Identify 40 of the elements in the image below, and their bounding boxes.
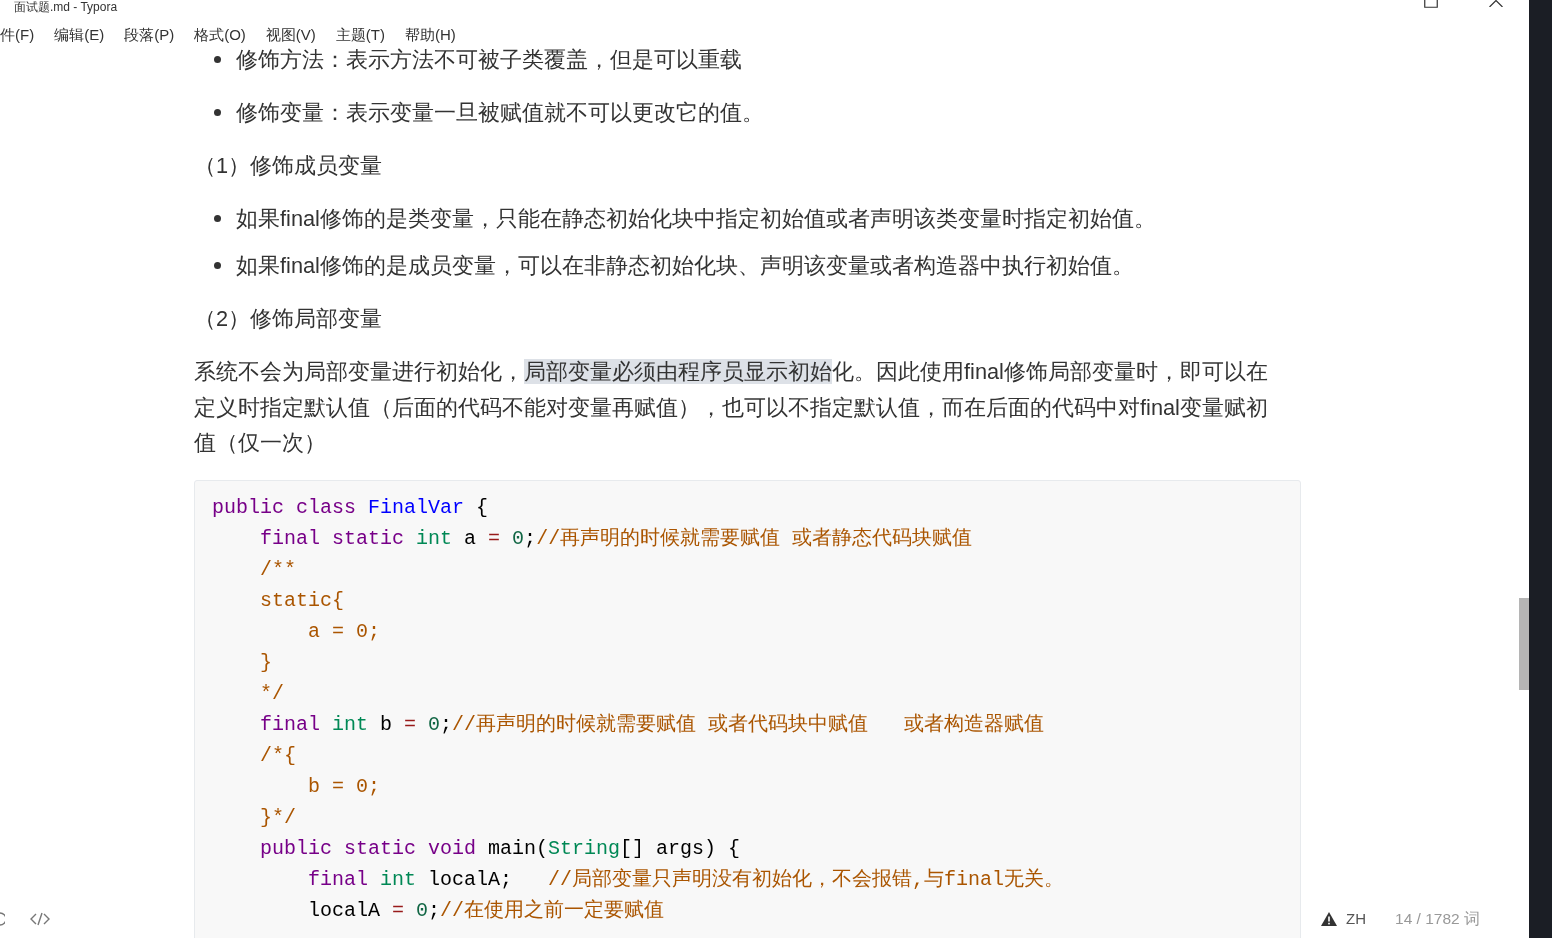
bullet-icon [214, 56, 221, 64]
code-line: a = 0; [307, 619, 382, 645]
code-line: final int localA; //局部变量只声明没有初始化，不会报错,与final无关。 [307, 867, 1066, 893]
window-title: 面试题.md - Typora [14, 0, 118, 14]
code-line: public class FinalVar { [212, 495, 490, 521]
code-line: public static void main(String[] args) { [259, 836, 742, 862]
paragraph: （1）修饰成员变量 [194, 152, 384, 180]
code-icon[interactable] [30, 912, 50, 926]
language-indicator[interactable]: ZH [1346, 910, 1367, 928]
code-line: localA = 0;//在使用之前一定要赋值 [307, 898, 666, 924]
menu-item[interactable]: 件(F) [0, 27, 35, 43]
code-line: }*/ [259, 805, 297, 831]
bullet-icon [214, 109, 221, 117]
menu-item[interactable]: 视图(V) [265, 27, 316, 43]
menu-item[interactable]: 格式(O) [194, 27, 246, 43]
code-line: /** [259, 557, 297, 583]
code-line: final int b = 0;//再声明的时候就需要赋值 或者代码块中赋值 或者构造器赋值 [259, 712, 1046, 738]
bullet-icon [214, 215, 221, 223]
menu-item[interactable]: 主题(T) [335, 27, 385, 43]
list-item-text: 修饰方法：表示方法不可被子类覆盖，但是可以重载 [236, 46, 742, 74]
code-line: /*{ [259, 743, 297, 769]
code-line: */ [259, 681, 285, 707]
list-item-text: 如果final修饰的是类变量，只能在静态初始化块中指定初始值或者声明该类变量时指定初始值。 [236, 205, 1156, 233]
list-item-text: 修饰变量：表示变量一旦被赋值就不可以更改它的值。 [236, 99, 764, 127]
close-icon[interactable] [1489, 0, 1503, 7]
code-line: static{ [259, 588, 346, 614]
code-line: } [259, 650, 273, 676]
menu-item[interactable]: 段落(P) [124, 27, 175, 43]
paragraph: 系统不会为局部变量进行初始化，局部变量必须由程序员显示初始化。因此使用final修饰局部变量时，即可以在定义时指定默认值（后面的代码不能对变量再赋值），也可以不指定默认值，而在后面的代码中对final变量赋初值（仅一次） [194, 358, 1269, 457]
code-line: final static int a = 0;//再声明的时候就需要赋值 或者静态代码块赋值 [259, 526, 974, 552]
code-line: b = 0; [307, 774, 382, 800]
menu-item[interactable]: 编辑(E) [54, 27, 105, 43]
arc-icon[interactable] [0, 912, 5, 926]
paragraph: （2）修饰局部变量 [194, 305, 384, 333]
maximize-icon[interactable] [1424, 0, 1438, 8]
scrollbar-thumb[interactable] [1519, 598, 1529, 690]
list-item-text: 如果final修饰的是成员变量，可以在非静态初始化块、声明该变量或者构造器中执行初始值。 [236, 252, 1134, 280]
menu-item[interactable]: 帮助(H) [405, 27, 456, 43]
warning-icon[interactable] [1321, 912, 1338, 926]
bullet-icon [214, 262, 221, 270]
